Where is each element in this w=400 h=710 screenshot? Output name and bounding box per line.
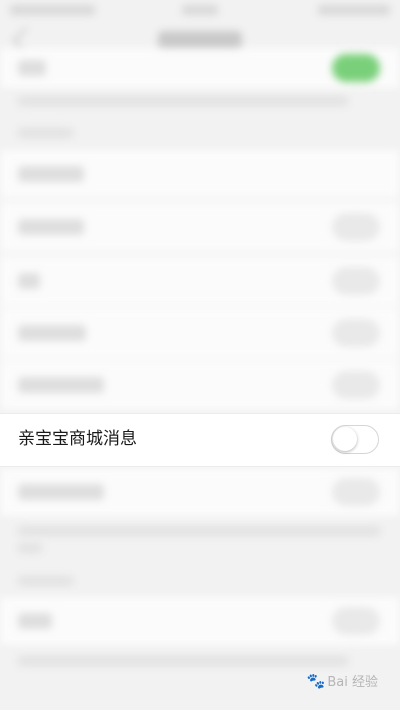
blurred-note (18, 526, 380, 536)
watermark-text: Bai 经验 (327, 675, 378, 690)
setting-label: 亲宝宝商城消息 (18, 429, 137, 449)
setting-row-mall-messages: 亲宝宝商城消息 (0, 413, 400, 467)
blurred-row (0, 360, 400, 410)
blurred-note (18, 96, 348, 106)
blurred-section-header (18, 128, 73, 138)
blurred-row (0, 256, 400, 306)
blurred-row (0, 150, 400, 198)
status-bar-left (10, 5, 95, 15)
blurred-row (0, 308, 400, 358)
status-bar (0, 0, 400, 22)
blurred-row (0, 468, 400, 516)
blurred-note (18, 543, 42, 553)
blurred-row (0, 202, 400, 252)
status-bar-right (318, 5, 390, 15)
blurred-row-top (0, 48, 400, 88)
toggle-knob (333, 427, 357, 451)
status-bar-time (182, 5, 218, 15)
blurred-section-header (18, 576, 73, 586)
watermark: 🐾 Bai 经验 (307, 671, 378, 690)
paw-icon: 🐾 (306, 672, 326, 690)
page-title (158, 31, 242, 49)
blurred-note (18, 656, 348, 666)
mall-messages-toggle[interactable] (331, 425, 379, 454)
blurred-row (0, 597, 400, 645)
